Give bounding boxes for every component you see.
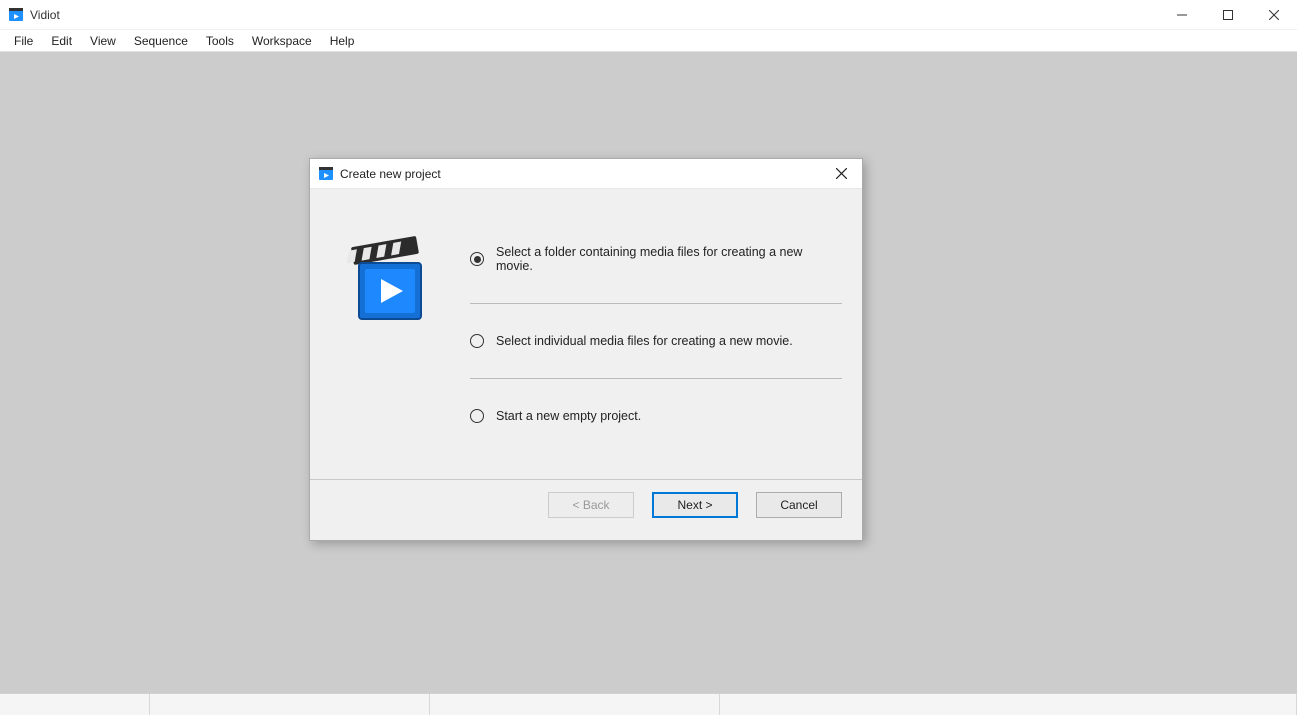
- dialog-footer: < Back Next > Cancel: [310, 479, 862, 530]
- menubar: File Edit View Sequence Tools Workspace …: [0, 30, 1297, 52]
- clapper-play-icon: [345, 229, 435, 329]
- option-label: Select individual media files for creati…: [496, 334, 793, 348]
- create-project-dialog: Create new project: [309, 158, 863, 541]
- minimize-icon: [1177, 10, 1187, 20]
- dialog-illustration: [330, 209, 450, 479]
- radio-unselected-icon: [470, 409, 484, 423]
- menu-view[interactable]: View: [82, 32, 124, 50]
- app-icon: [8, 7, 24, 23]
- option-empty-project[interactable]: Start a new empty project.: [470, 403, 842, 429]
- option-label: Start a new empty project.: [496, 409, 641, 423]
- option-separator: [470, 378, 842, 379]
- statusbar: [0, 693, 1297, 715]
- dialog-icon: [318, 166, 334, 182]
- radio-selected-icon: [470, 252, 484, 266]
- radio-unselected-icon: [470, 334, 484, 348]
- app-title: Vidiot: [30, 8, 1159, 22]
- menu-sequence[interactable]: Sequence: [126, 32, 196, 50]
- dialog-titlebar: Create new project: [310, 159, 862, 189]
- maximize-button[interactable]: [1205, 0, 1251, 29]
- menu-workspace[interactable]: Workspace: [244, 32, 320, 50]
- dialog-body: Select a folder containing media files f…: [310, 189, 862, 479]
- menu-edit[interactable]: Edit: [43, 32, 80, 50]
- option-separator: [470, 303, 842, 304]
- minimize-button[interactable]: [1159, 0, 1205, 29]
- status-cell: [430, 694, 720, 715]
- back-button: < Back: [548, 492, 634, 518]
- dialog-options: Select a folder containing media files f…: [450, 209, 842, 479]
- option-select-files[interactable]: Select individual media files for creati…: [470, 328, 842, 354]
- option-select-folder[interactable]: Select a folder containing media files f…: [470, 239, 842, 279]
- status-cell: [150, 694, 430, 715]
- next-button[interactable]: Next >: [652, 492, 738, 518]
- option-label: Select a folder containing media files f…: [496, 245, 842, 273]
- close-icon: [1269, 10, 1279, 20]
- menu-file[interactable]: File: [6, 32, 41, 50]
- maximize-icon: [1223, 10, 1233, 20]
- dialog-close-button[interactable]: [820, 159, 862, 188]
- window-controls: [1159, 0, 1297, 29]
- dialog-title: Create new project: [340, 167, 820, 181]
- status-cell: [0, 694, 150, 715]
- close-icon: [836, 168, 847, 179]
- menu-help[interactable]: Help: [322, 32, 363, 50]
- workarea: 安下载 anxz.com Create new project: [0, 52, 1297, 693]
- status-cell: [720, 694, 1297, 715]
- titlebar: Vidiot: [0, 0, 1297, 30]
- cancel-button[interactable]: Cancel: [756, 492, 842, 518]
- menu-tools[interactable]: Tools: [198, 32, 242, 50]
- close-window-button[interactable]: [1251, 0, 1297, 29]
